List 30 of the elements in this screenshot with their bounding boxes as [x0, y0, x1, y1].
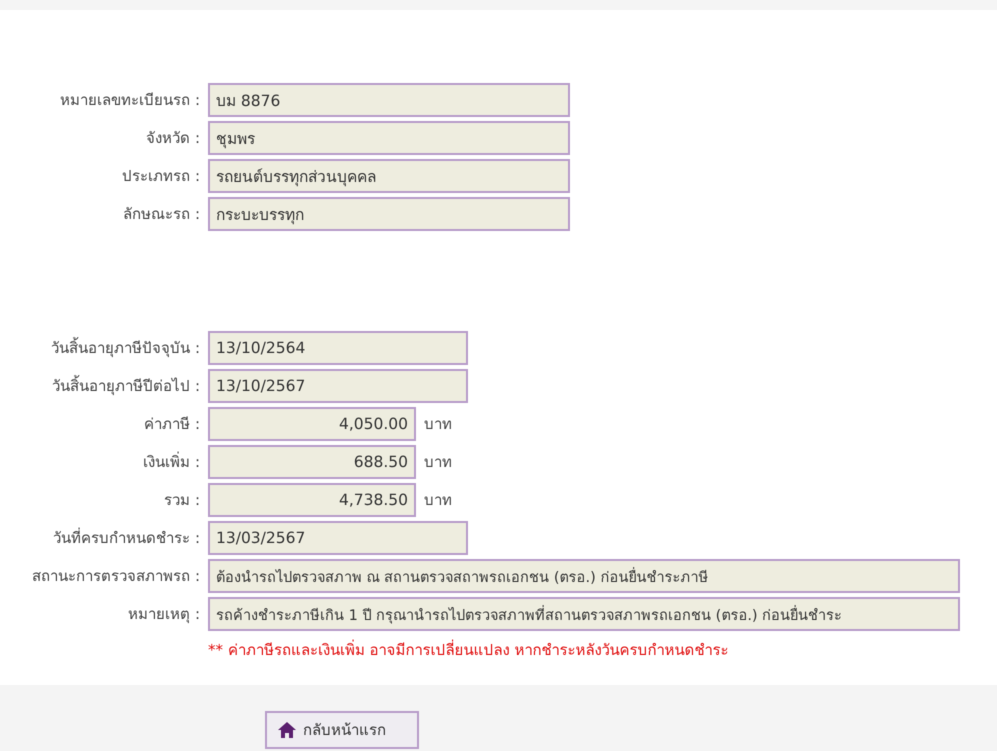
field-label: เงินเพิ่ม : [142, 450, 200, 473]
text-field[interactable]: 4,738.50 [208, 483, 416, 517]
field-label: จังหวัด : [145, 128, 200, 149]
field-label: วันที่ครบกำหนดชำระ : [52, 526, 200, 549]
warning-text: ** ค่าภาษีรถและเงินเพิ่ม อาจมีการเปลี่ยนแปลง หากชำระหลังวันครบกำหนดชำระ [208, 638, 728, 661]
field-label: หมายเลขทะเบียนรถ : [59, 90, 200, 111]
text-field[interactable]: 13/10/2564 [208, 331, 468, 365]
field-label: วันสิ้นอายุภาษีปัจจุบัน : [50, 336, 200, 360]
unit-label: บาท [424, 452, 452, 473]
field-label: ค่าภาษี : [143, 414, 200, 435]
field-label: วันสิ้นอายุภาษีปีต่อไป : [51, 374, 200, 398]
field-label: หมายเหตุ : [127, 604, 200, 626]
unit-label: บาท [424, 490, 452, 511]
field-label: ประเภทรถ : [121, 166, 200, 187]
text-field[interactable]: กระบะบรรทุก [208, 197, 570, 231]
text-field[interactable]: บม 8876 [208, 83, 570, 117]
unit-label: บาท [424, 414, 452, 435]
text-field[interactable]: 688.50 [208, 445, 416, 479]
field-label: สถานะการตรวจสภาพรถ : [31, 566, 200, 587]
text-field[interactable]: รถค้างชำระภาษีเกิน 1 ปี กรุณานำรถไปตรวจสภาพที่สถานตรวจสภาพรถเอกชน (ตรอ.) ก่อนยื่นชำระ [208, 597, 960, 631]
text-field[interactable]: 13/10/2567 [208, 369, 468, 403]
text-field[interactable]: 4,050.00 [208, 407, 416, 441]
text-field[interactable]: ต้องนำรถไปตรวจสภาพ ณ สถานตรวจสถาพรถเอกชน (ตรอ.) ก่อนยื่นชำระภาษี [208, 559, 960, 593]
field-label: ลักษณะรถ : [122, 204, 200, 225]
home-icon [277, 721, 297, 739]
text-field[interactable]: 13/03/2567 [208, 521, 468, 555]
home-button[interactable]: กลับหน้าแรก [265, 711, 419, 749]
field-label: รวม : [163, 490, 200, 511]
text-field[interactable]: รถยนต์บรรทุกส่วนบุคคล [208, 159, 570, 193]
text-field[interactable]: ชุมพร [208, 121, 570, 155]
